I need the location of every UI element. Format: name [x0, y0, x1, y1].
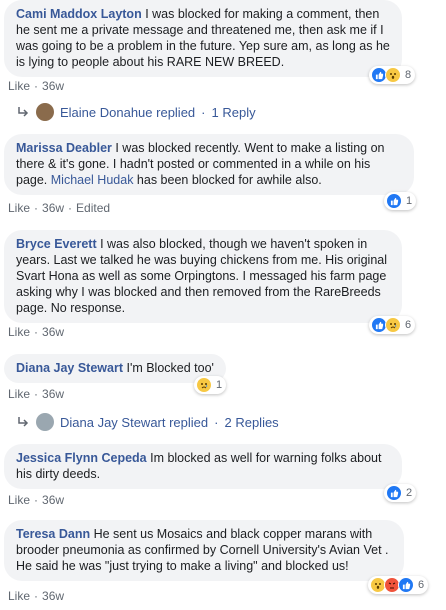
- avatar[interactable]: [36, 103, 54, 121]
- comment-3: Bryce Everett I was also blocked, though…: [4, 230, 402, 323]
- timestamp[interactable]: 36w: [42, 493, 64, 507]
- comment-bubble: Marissa Deabler I was blocked recently. …: [4, 134, 414, 195]
- reaction-summary[interactable]: 1: [194, 376, 227, 394]
- timestamp[interactable]: 36w: [42, 589, 64, 603]
- comment-4: Diana Jay Stewart I'm Blocked too': [4, 354, 226, 383]
- comment-5: Jessica Flynn Cepeda Im blocked as well …: [4, 444, 402, 489]
- reaction-count: 1: [216, 379, 223, 391]
- comment-bubble: Teresa Dann He sent us Mosaics and black…: [4, 520, 404, 581]
- reaction-summary[interactable]: 2: [384, 484, 417, 502]
- reply-arrow-icon: [18, 417, 29, 427]
- reaction-summary[interactable]: 6: [368, 576, 429, 594]
- comment-bubble: Bryce Everett I was also blocked, though…: [4, 230, 402, 323]
- reaction-count: 6: [405, 319, 412, 331]
- mention-link[interactable]: Michael Hudak: [51, 173, 134, 187]
- reaction-count: 8: [405, 69, 412, 81]
- reaction-count: 6: [418, 579, 425, 591]
- comment-author[interactable]: Jessica Flynn Cepeda: [16, 451, 147, 465]
- replies-link[interactable]: Elaine Donahue replied · 1 Reply: [16, 103, 256, 121]
- comment-1: Cami Maddox Layton I was blocked for mak…: [4, 0, 402, 77]
- comment-text-2: has been blocked for awhile also.: [133, 173, 322, 187]
- like-link[interactable]: Like: [8, 201, 30, 215]
- timestamp[interactable]: 36w: [42, 79, 64, 93]
- comment-6: Teresa Dann He sent us Mosaics and black…: [4, 520, 404, 581]
- sad-icon: [385, 317, 401, 333]
- reaction-summary[interactable]: 8: [369, 66, 416, 84]
- wow-icon: [385, 67, 401, 83]
- reaction-count: 2: [406, 487, 413, 499]
- timestamp[interactable]: 36w: [42, 325, 64, 339]
- comment-author[interactable]: Teresa Dann: [16, 527, 90, 541]
- like-link[interactable]: Like: [8, 493, 30, 507]
- comment-author[interactable]: Diana Jay Stewart: [16, 361, 123, 375]
- reply-count[interactable]: 2 Replies: [224, 415, 278, 430]
- replier-name[interactable]: Diana Jay Stewart replied: [60, 415, 208, 430]
- reply-arrow-icon: [18, 107, 29, 117]
- like-link[interactable]: Like: [8, 325, 30, 339]
- replies-link[interactable]: Diana Jay Stewart replied · 2 Replies: [16, 413, 279, 431]
- like-icon: [386, 485, 402, 501]
- edited-label[interactable]: Edited: [76, 201, 110, 215]
- replier-name[interactable]: Elaine Donahue replied: [60, 105, 195, 120]
- like-icon: [386, 193, 402, 209]
- comment-meta: Like · 36w: [8, 325, 65, 339]
- comment-text: I'm Blocked too': [123, 361, 214, 375]
- comment-bubble: Diana Jay Stewart I'm Blocked too': [4, 354, 226, 383]
- comment-meta: Like · 36w: [8, 493, 65, 507]
- timestamp[interactable]: 36w: [42, 387, 64, 401]
- comment-author[interactable]: Marissa Deabler: [16, 141, 112, 155]
- comment-bubble: Jessica Flynn Cepeda Im blocked as well …: [4, 444, 402, 489]
- like-link[interactable]: Like: [8, 79, 30, 93]
- comment-bubble: Cami Maddox Layton I was blocked for mak…: [4, 0, 402, 77]
- reaction-summary[interactable]: 1: [384, 192, 417, 210]
- like-icon: [398, 577, 414, 593]
- sad-icon: [196, 377, 212, 393]
- comment-meta: Like · 36w: [8, 387, 65, 401]
- comment-author[interactable]: Cami Maddox Layton: [16, 7, 142, 21]
- timestamp[interactable]: 36w: [42, 201, 64, 215]
- comment-meta: Like · 36w: [8, 589, 65, 603]
- comment-2: Marissa Deabler I was blocked recently. …: [4, 134, 414, 195]
- like-link[interactable]: Like: [8, 589, 30, 603]
- comment-meta: Like · 36w · Edited: [8, 201, 111, 215]
- comment-meta: Like · 36w: [8, 79, 65, 93]
- comment-author[interactable]: Bryce Everett: [16, 237, 97, 251]
- reply-count[interactable]: 1 Reply: [212, 105, 256, 120]
- reaction-count: 1: [406, 195, 413, 207]
- avatar[interactable]: [36, 413, 54, 431]
- like-link[interactable]: Like: [8, 387, 30, 401]
- reaction-summary[interactable]: 6: [369, 316, 416, 334]
